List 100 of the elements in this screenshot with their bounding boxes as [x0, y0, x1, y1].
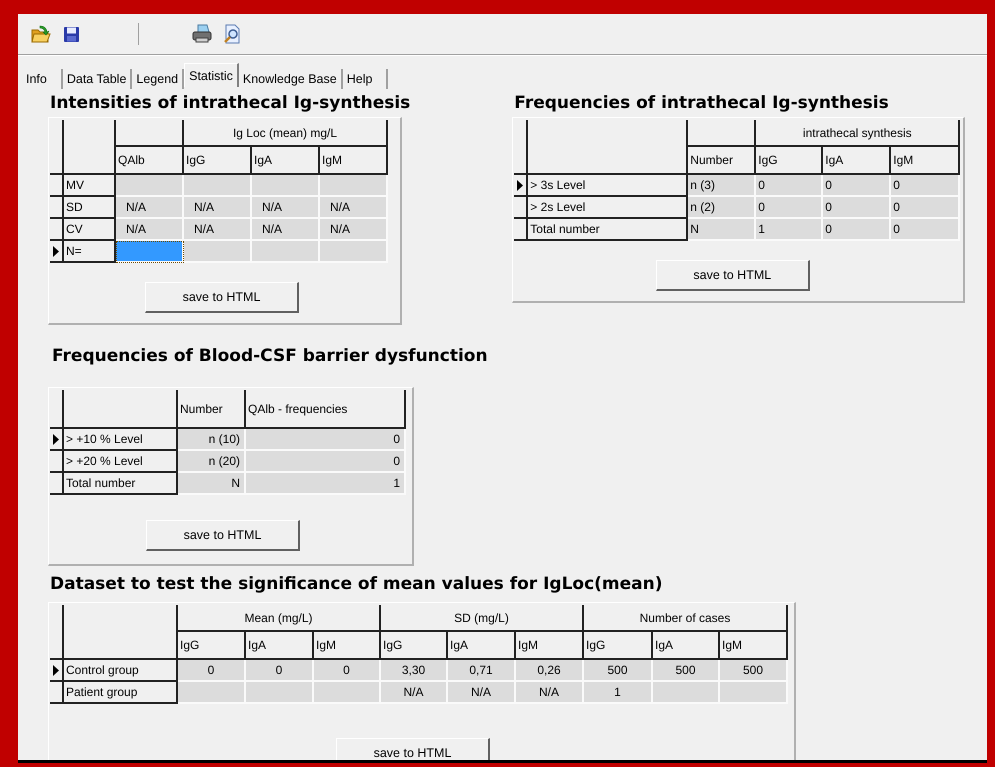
- table-cell[interactable]: [320, 241, 388, 263]
- row-indicator[interactable]: [50, 219, 64, 241]
- row-label: > +20 % Level: [64, 451, 178, 473]
- table-cell[interactable]: 0: [246, 451, 406, 473]
- table-cell[interactable]: 1: [584, 682, 653, 704]
- row-indicator[interactable]: [50, 473, 64, 495]
- tab[interactable]: Statistic: [184, 63, 239, 87]
- header-cell: intrathecal synthesis: [756, 120, 960, 147]
- table-cell[interactable]: n (2): [688, 197, 756, 219]
- table-cell[interactable]: 0: [246, 429, 406, 451]
- table-cell[interactable]: [184, 175, 252, 197]
- table-cell[interactable]: 0,26: [516, 660, 584, 682]
- header-cell: QAlb - frequencies: [246, 390, 406, 429]
- save-html-button[interactable]: save to HTML: [336, 738, 490, 760]
- table-cell[interactable]: 0: [891, 197, 960, 219]
- row-label: Total number: [64, 473, 178, 495]
- row-label: Total number: [528, 219, 688, 241]
- header-cell: SD (mg/L): [381, 605, 584, 632]
- table-cell[interactable]: [116, 241, 184, 263]
- table-cell[interactable]: [178, 682, 246, 704]
- row-label: > +10 % Level: [64, 429, 178, 451]
- row-indicator[interactable]: [514, 197, 528, 219]
- table-cell[interactable]: [246, 682, 314, 704]
- table-cell[interactable]: 0: [246, 660, 314, 682]
- table-cell[interactable]: 0: [891, 175, 960, 197]
- table-cell[interactable]: N/A: [381, 682, 448, 704]
- table-cell[interactable]: 3,30: [381, 660, 448, 682]
- table-cell[interactable]: [720, 682, 788, 704]
- table-cell[interactable]: 0: [314, 660, 381, 682]
- row-indicator[interactable]: [514, 175, 528, 197]
- table-cell[interactable]: 1: [756, 219, 824, 241]
- row-label: > 3s Level: [528, 175, 688, 197]
- row-indicator[interactable]: [514, 219, 528, 241]
- header-cell: Number of cases: [584, 605, 788, 632]
- table-cell[interactable]: 0,71: [448, 660, 516, 682]
- table-cell[interactable]: 0: [823, 197, 892, 219]
- row-label: > 2s Level: [528, 197, 688, 219]
- row-indicator[interactable]: [50, 197, 64, 219]
- table-cell[interactable]: 0: [823, 219, 892, 241]
- row-indicator[interactable]: [50, 660, 64, 682]
- row-indicator[interactable]: [50, 175, 64, 197]
- table-cell[interactable]: [252, 175, 320, 197]
- open-button[interactable]: [30, 23, 52, 45]
- table-cell[interactable]: N/A: [116, 197, 184, 219]
- header-cell: [50, 120, 64, 175]
- table-cell[interactable]: [314, 682, 381, 704]
- table-cell[interactable]: [184, 241, 252, 263]
- print-button[interactable]: [191, 23, 213, 45]
- save-html-button[interactable]: save to HTML: [145, 282, 299, 313]
- header-cell: IgM: [314, 632, 381, 660]
- header-cell: IgG: [584, 632, 653, 660]
- header-cell: IgG: [381, 632, 448, 660]
- table-cell[interactable]: 500: [720, 660, 788, 682]
- row-label: Control group: [64, 660, 178, 682]
- table-cell[interactable]: n (3): [688, 175, 756, 197]
- header-cell: IgA: [653, 632, 720, 660]
- table-cell[interactable]: 0: [756, 175, 824, 197]
- row-label: CV: [64, 219, 116, 241]
- table-cell[interactable]: N/A: [516, 682, 584, 704]
- table-cell[interactable]: N/A: [184, 219, 252, 241]
- table-cell[interactable]: [653, 682, 720, 704]
- page-magnifier-icon: [223, 24, 241, 44]
- header-cell: IgA: [252, 147, 320, 175]
- table-cell[interactable]: N/A: [252, 197, 320, 219]
- table-cell[interactable]: 1: [246, 473, 406, 495]
- table-cell[interactable]: N: [688, 219, 756, 241]
- table-cell[interactable]: [252, 241, 320, 263]
- table-cell[interactable]: N/A: [320, 219, 388, 241]
- table-cell[interactable]: [320, 175, 388, 197]
- table-cell[interactable]: N: [178, 473, 246, 495]
- table-cell[interactable]: 0: [823, 175, 892, 197]
- header-cell: IgA: [246, 632, 314, 660]
- section-title: Frequencies of intrathecal Ig-synthesis: [514, 92, 890, 115]
- table-cell[interactable]: [116, 175, 184, 197]
- save-html-button[interactable]: save to HTML: [146, 520, 300, 551]
- header-cell: [116, 120, 184, 147]
- header-cell: [688, 120, 756, 147]
- table-cell[interactable]: 0: [891, 219, 960, 241]
- table-cell[interactable]: n (10): [178, 429, 246, 451]
- table-cell[interactable]: 0: [178, 660, 246, 682]
- header-cell: [64, 120, 116, 175]
- row-indicator[interactable]: [50, 451, 64, 473]
- header-cell: IgM: [320, 147, 388, 175]
- row-indicator[interactable]: [50, 429, 64, 451]
- section-title: Intensities of intrathecal Ig-synthesis: [50, 92, 410, 115]
- table-cell[interactable]: 0: [756, 197, 824, 219]
- row-indicator[interactable]: [50, 682, 64, 704]
- table-cell[interactable]: n (20): [178, 451, 246, 473]
- table-cell[interactable]: 500: [653, 660, 720, 682]
- row-indicator[interactable]: [50, 241, 64, 263]
- header-cell: Number: [688, 147, 756, 175]
- table-cell[interactable]: 500: [584, 660, 653, 682]
- table-cell[interactable]: N/A: [320, 197, 388, 219]
- table-cell[interactable]: N/A: [252, 219, 320, 241]
- header-cell: IgG: [756, 147, 824, 175]
- table-cell[interactable]: N/A: [448, 682, 516, 704]
- table-cell[interactable]: N/A: [184, 197, 252, 219]
- header-cell: [50, 390, 64, 429]
- table-cell[interactable]: N/A: [116, 219, 184, 241]
- save-html-button[interactable]: save to HTML: [656, 260, 810, 291]
